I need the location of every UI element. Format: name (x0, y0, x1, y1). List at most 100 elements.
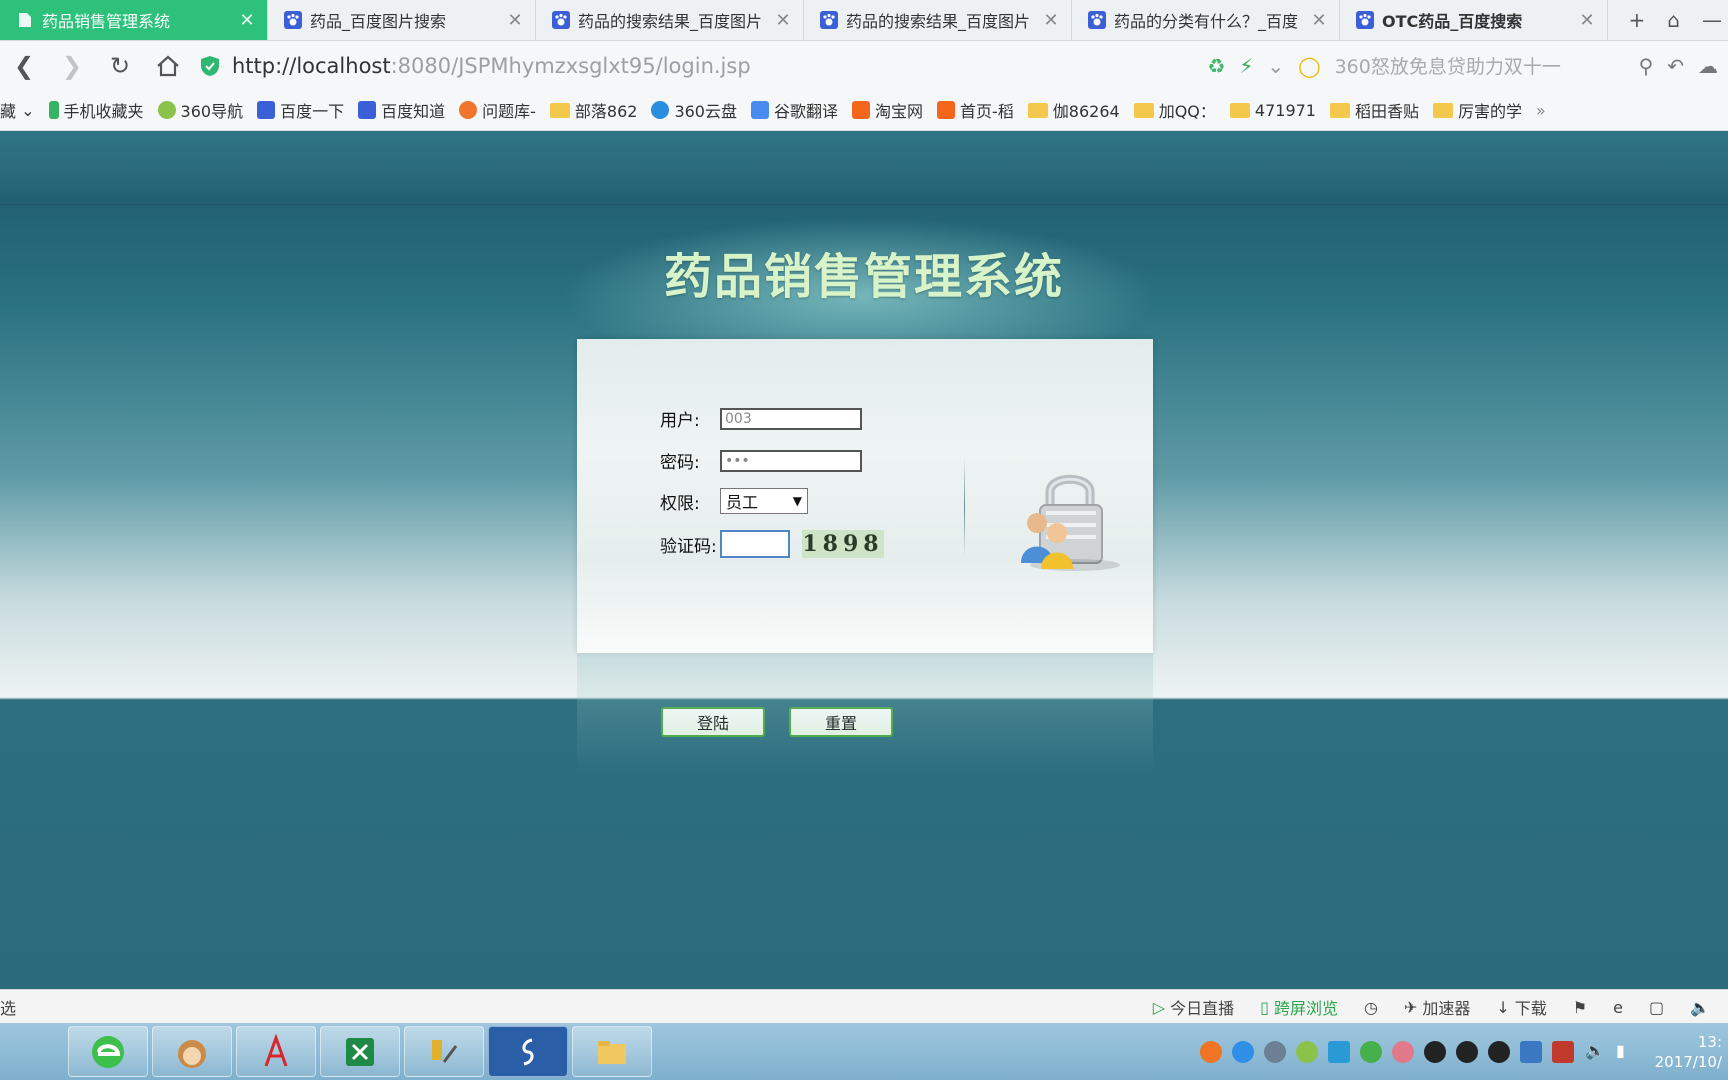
close-icon[interactable]: ✕ (773, 10, 793, 31)
user-row: 用户: 003 (660, 406, 862, 431)
bookmark-item[interactable]: 部落862 (549, 98, 637, 122)
tab-baidu-image-1[interactable]: 药品_百度图片搜索 ✕ (268, 0, 536, 40)
undo-icon[interactable]: ↶ (1667, 54, 1684, 78)
search-engine-icon[interactable]: ◯ (1298, 54, 1320, 78)
network-tray-icon[interactable] (1520, 1040, 1542, 1063)
360-tray-icon[interactable] (1296, 1040, 1318, 1063)
bookmark-item[interactable]: 360导航 (157, 98, 243, 122)
home-icon[interactable] (144, 46, 192, 86)
baidu-paw-icon (552, 11, 570, 29)
signal-icon[interactable]: ▮ (1616, 1041, 1638, 1063)
app-tray-icon[interactable] (1392, 1040, 1414, 1063)
password-label: 密码: (660, 453, 700, 473)
bookmark-item[interactable]: 百度知道 (358, 98, 445, 122)
dropdown-icon[interactable]: ⌄ (1267, 54, 1284, 78)
minimize-icon[interactable]: — (1702, 8, 1722, 32)
bookmark-item[interactable]: 471971 (1229, 101, 1316, 120)
lock-users-icon (1021, 474, 1120, 571)
taskbar-avatar-app-icon[interactable] (152, 1026, 232, 1077)
download-button[interactable]: ↓ 下载 (1496, 995, 1546, 1019)
cloud-icon[interactable]: ☁ (1698, 54, 1718, 78)
role-value: 员工 (726, 493, 759, 512)
baidu-paw-icon (284, 11, 302, 29)
flag-icon[interactable]: ⚑ (1573, 998, 1587, 1017)
tab-title: 药品的搜索结果_百度图片 (846, 12, 1031, 31)
address-tools: ♻ ⚡ ⌄ ◯ 360怒放免息贷助力双十一 ⚲ ↶ ☁ (1207, 52, 1728, 79)
security-shield-icon[interactable] (196, 52, 224, 80)
role-select[interactable]: 员工 ▼ (720, 488, 808, 514)
close-icon[interactable]: ✕ (1309, 10, 1329, 31)
taskbar-explorer-icon[interactable] (572, 1026, 652, 1077)
bookmark-item[interactable]: 360云盘 (651, 98, 737, 122)
lightning-icon[interactable]: ⚡ (1239, 54, 1253, 78)
url-path: :8080/JSPMhymzxsglxt95/login.jsp (390, 53, 751, 78)
taskbar-tools-icon[interactable] (404, 1026, 484, 1077)
folder-icon (1433, 102, 1453, 118)
accelerator-button[interactable]: ✈ 加速器 (1404, 995, 1470, 1019)
bookmark-item[interactable]: 伽86264 (1027, 98, 1120, 122)
tab-baidu-search-2[interactable]: OTC药品_百度搜索 ✕ (1340, 0, 1608, 40)
taskbar: 🔈 ▮ 13: 2017/10/ (0, 1023, 1728, 1080)
volume-tray-icon[interactable]: 🔈 (1584, 1041, 1606, 1063)
shield-tray-icon[interactable] (1360, 1040, 1382, 1063)
back-icon[interactable]: ❮ (0, 46, 48, 86)
new-tab-icon[interactable]: + (1629, 8, 1646, 32)
user-input[interactable]: 003 (720, 407, 862, 430)
bookmark-item[interactable]: 手机收藏夹 (48, 98, 144, 122)
tab-baidu-search-1[interactable]: 药品的分类有什么？_百度 ✕ (1072, 0, 1340, 40)
translate-icon (750, 101, 769, 119)
tab-controls: + ⌂ — (1608, 0, 1728, 40)
taskbar-eclipse-icon[interactable] (488, 1026, 568, 1077)
download-icon: ↓ (1496, 997, 1510, 1017)
close-icon[interactable]: ✕ (237, 10, 257, 31)
user-tray-icon[interactable] (1264, 1040, 1286, 1063)
search-icon[interactable]: ⚲ (1639, 54, 1654, 78)
window-icon[interactable]: ▢ (1649, 998, 1664, 1017)
captcha-input[interactable] (720, 530, 790, 558)
security-tray-icon[interactable] (1552, 1040, 1574, 1063)
bookmarks-more-icon[interactable]: » (1536, 101, 1546, 120)
taskbar-acrobat-icon[interactable] (236, 1026, 316, 1077)
qq-icon[interactable] (1488, 1040, 1510, 1063)
search-input[interactable]: 360怒放免息贷助力双十一 (1335, 52, 1625, 79)
browser-tray-icon[interactable] (1232, 1040, 1254, 1063)
qq-icon[interactable] (1456, 1040, 1478, 1063)
bookmark-item[interactable]: 谷歌翻译 (750, 98, 838, 122)
cross-screen-button[interactable]: ▯ 跨屏浏览 (1260, 995, 1338, 1019)
baidu-paw-icon (1088, 11, 1106, 29)
volume-icon[interactable]: 🔈 (1690, 998, 1710, 1017)
folder-icon (1329, 102, 1350, 118)
password-input[interactable]: ••• (720, 449, 862, 472)
login-panel: 用户: 003 密码: ••• 权限: 员工 ▼ 验证码: 1898 登陆 重置 (577, 339, 1153, 737)
bookmark-item[interactable]: 首页-稻 (937, 98, 1014, 122)
forward-icon[interactable]: ❯ (48, 46, 96, 86)
taskbar-excel-icon[interactable] (320, 1026, 400, 1077)
sync-tray-icon[interactable] (1328, 1040, 1350, 1063)
speed-icon[interactable]: ◷ (1364, 998, 1378, 1017)
live-button[interactable]: ▷ 今日直播 (1153, 995, 1234, 1019)
recycle-icon[interactable]: ♻ (1207, 54, 1225, 78)
captcha-image[interactable]: 1898 (802, 530, 884, 558)
bookmark-item[interactable]: 百度一下 (257, 98, 344, 122)
bookmark-item[interactable]: 淘宝网 (852, 98, 923, 122)
tab-baidu-image-2[interactable]: 药品的搜索结果_百度图片 ✕ (536, 0, 804, 40)
tab-baidu-image-3[interactable]: 药品的搜索结果_百度图片 ✕ (804, 0, 1072, 40)
bookmark-item[interactable]: 加QQ： (1133, 98, 1216, 122)
bookmark-item[interactable]: 问题库- (459, 98, 536, 122)
close-icon[interactable]: ✕ (505, 10, 525, 31)
taskbar-browser-icon[interactable] (68, 1026, 148, 1077)
bookmark-item[interactable]: 厉害的学 (1433, 98, 1522, 122)
refresh-icon[interactable]: ↻ (96, 46, 144, 86)
url-field[interactable]: http://localhost:8080/JSPMhymzxsglxt95/l… (232, 54, 1132, 78)
ie-icon[interactable]: e (1613, 998, 1623, 1017)
close-icon[interactable]: ✕ (1577, 10, 1597, 31)
clock[interactable]: 13: 2017/10/ (1648, 1032, 1722, 1072)
skin-icon[interactable]: ⌂ (1667, 8, 1680, 32)
captcha-row: 验证码: 1898 (660, 530, 884, 558)
qq-icon[interactable] (1424, 1040, 1446, 1063)
sogou-ime-icon[interactable] (1200, 1040, 1222, 1063)
close-icon[interactable]: ✕ (1041, 10, 1061, 31)
tab-yaopin-system[interactable]: 药品销售管理系统 ✕ (0, 0, 268, 40)
bookmark-favorites-cut[interactable]: 藏 ⌄ (0, 98, 35, 122)
bookmark-item[interactable]: 稻田香贴 (1329, 98, 1419, 122)
